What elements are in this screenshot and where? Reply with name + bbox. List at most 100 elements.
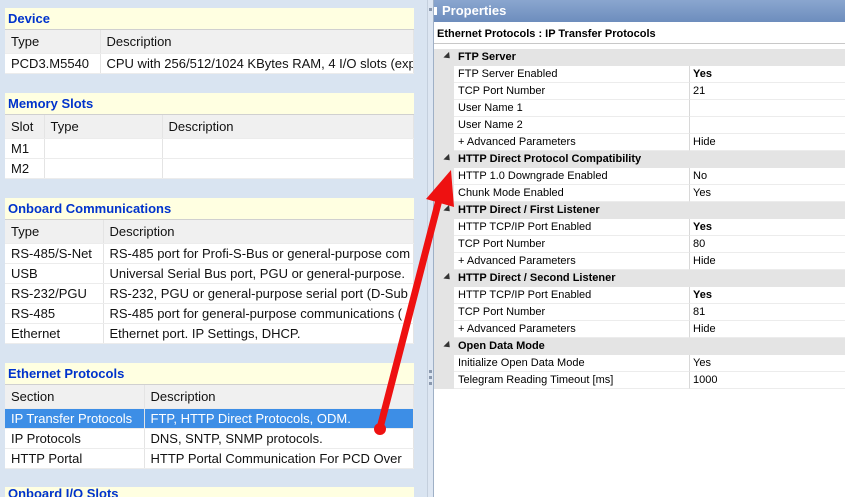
slot-cell: M1 [5,138,45,159]
property-row[interactable]: + Advanced Parameters Hide [434,134,845,151]
column-header-type[interactable]: Type [5,30,101,54]
property-value[interactable]: Yes [690,355,845,372]
property-row[interactable]: Telegram Reading Timeout [ms] 1000 [434,372,845,389]
property-row[interactable]: TCP Port Number 80 [434,236,845,253]
property-name: FTP Server Enabled [454,66,690,83]
slot-description-cell [162,158,414,179]
column-header-type[interactable]: Type [5,220,104,244]
category-http-direct-compatibility[interactable]: HTTP Direct Protocol Compatibility [434,151,845,168]
collapse-triangle-icon[interactable] [443,340,453,351]
property-value[interactable]: Yes [690,287,845,304]
collapse-triangle-icon[interactable] [443,204,453,215]
column-header-description[interactable]: Description [144,385,414,409]
property-value[interactable]: Hide [690,253,845,270]
property-value[interactable]: Yes [690,66,845,83]
property-name: TCP Port Number [454,83,690,100]
category-http-first-listener[interactable]: HTTP Direct / First Listener [434,202,845,219]
protocol-section-cell: IP Protocols [5,428,145,449]
table-row[interactable]: Ethernet Ethernet port. IP Settings, DHC… [5,323,414,344]
column-header-description[interactable]: Description [100,30,414,54]
property-row[interactable]: + Advanced Parameters Hide [434,253,845,270]
comm-type-cell: USB [5,263,104,284]
slot-type-cell [44,158,163,179]
comm-type-cell: RS-232/PGU [5,283,104,304]
table-row[interactable]: USB Universal Serial Bus port, PGU or ge… [5,263,414,284]
category-open-data-mode[interactable]: Open Data Mode [434,338,845,355]
table-row[interactable]: HTTP Portal HTTP Portal Communication Fo… [5,448,414,469]
property-grid: FTP Server FTP Server Enabled Yes TCP Por… [434,49,845,389]
comm-description-cell: Ethernet port. IP Settings, DHCP. [103,323,414,344]
property-value[interactable]: Hide [690,321,845,338]
device-table: Type Description PCD3.M5540 CPU with 256… [5,30,414,74]
device-type-cell: PCD3.M5540 [5,53,101,74]
column-header-type[interactable]: Type [44,115,163,139]
onboard-communications-section-title[interactable]: Onboard Communications [5,198,414,220]
category-http-second-listener[interactable]: HTTP Direct / Second Listener [434,270,845,287]
splitter-grip [429,382,432,385]
column-header-slot[interactable]: Slot [5,115,45,139]
property-row[interactable]: HTTP TCP/IP Port Enabled Yes [434,287,845,304]
property-value[interactable]: No [690,168,845,185]
protocol-description-cell: FTP, HTTP Direct Protocols, ODM. [144,408,414,429]
property-name: TCP Port Number [454,304,690,321]
device-section-title[interactable]: Device [5,8,414,30]
ethernet-protocols-section-title[interactable]: Ethernet Protocols [5,363,414,385]
property-value[interactable]: 21 [690,83,845,100]
onboard-io-slots-section-title[interactable]: Onboard I/O Slots [5,487,414,497]
protocol-description-cell: DNS, SNTP, SNMP protocols. [144,428,414,449]
memory-slots-section-title[interactable]: Memory Slots [5,93,414,115]
onboard-communications-table: Type Description RS-485/S-Net RS-485 por… [5,220,414,344]
property-row[interactable]: Chunk Mode Enabled Yes [434,185,845,202]
table-row[interactable]: RS-232/PGU RS-232, PGU or general-purpos… [5,283,414,304]
property-value[interactable] [690,117,845,134]
property-value[interactable]: 1000 [690,372,845,389]
property-row[interactable]: TCP Port Number 21 [434,83,845,100]
category-label: Open Data Mode [458,340,545,352]
property-value[interactable]: Hide [690,134,845,151]
property-value[interactable]: Yes [690,185,845,202]
property-name: Initialize Open Data Mode [454,355,690,372]
property-row[interactable]: FTP Server Enabled Yes [434,66,845,83]
table-row[interactable]: M2 [5,158,414,179]
column-header-description[interactable]: Description [103,220,414,244]
property-row[interactable]: TCP Port Number 81 [434,304,845,321]
property-value[interactable]: Yes [690,219,845,236]
collapse-triangle-icon[interactable] [443,153,453,164]
property-row[interactable]: User Name 2 [434,117,845,134]
memory-slots-section: Memory Slots Slot Type Description M1 M2 [5,93,414,179]
table-row[interactable]: IP Protocols DNS, SNTP, SNMP protocols. [5,428,414,449]
property-name: HTTP TCP/IP Port Enabled [454,287,690,304]
category-label: HTTP Direct / First Listener [458,204,600,216]
property-row[interactable]: + Advanced Parameters Hide [434,321,845,338]
comm-description-cell: RS-232, PGU or general-purpose serial po… [103,283,414,304]
ethernet-protocols-table: Section Description IP Transfer Protocol… [5,385,414,469]
property-row[interactable]: HTTP TCP/IP Port Enabled Yes [434,219,845,236]
table-row[interactable]: M1 [5,138,414,159]
protocol-section-cell: IP Transfer Protocols [5,408,145,429]
column-header-section[interactable]: Section [5,385,145,409]
category-ftp-server[interactable]: FTP Server [434,49,845,66]
memory-slots-table: Slot Type Description M1 M2 [5,115,414,179]
device-section: Device Type Description PCD3.M5540 CPU w… [5,8,414,74]
category-label: HTTP Direct Protocol Compatibility [458,153,642,165]
property-row[interactable]: Initialize Open Data Mode Yes [434,355,845,372]
category-label: FTP Server [458,51,516,63]
property-name: TCP Port Number [454,236,690,253]
table-row-selected[interactable]: IP Transfer Protocols FTP, HTTP Direct P… [5,408,414,429]
property-row[interactable]: HTTP 1.0 Downgrade Enabled No [434,168,845,185]
property-row[interactable]: User Name 1 [434,100,845,117]
property-value[interactable] [690,100,845,117]
property-name: + Advanced Parameters [454,134,690,151]
pin-icon[interactable] [434,7,437,15]
property-value[interactable]: 81 [690,304,845,321]
collapse-triangle-icon[interactable] [443,51,453,62]
table-row[interactable]: PCD3.M5540 CPU with 256/512/1024 KBytes … [5,53,414,74]
properties-title-bar: Properties [434,0,845,22]
property-name: User Name 1 [454,100,690,117]
protocol-description-cell: HTTP Portal Communication For PCD Over [144,448,414,469]
column-header-description[interactable]: Description [162,115,414,139]
collapse-triangle-icon[interactable] [443,272,453,283]
table-row[interactable]: RS-485 RS-485 port for general-purpose c… [5,303,414,324]
property-value[interactable]: 80 [690,236,845,253]
table-row[interactable]: RS-485/S-Net RS-485 port for Profi-S-Bus… [5,243,414,264]
